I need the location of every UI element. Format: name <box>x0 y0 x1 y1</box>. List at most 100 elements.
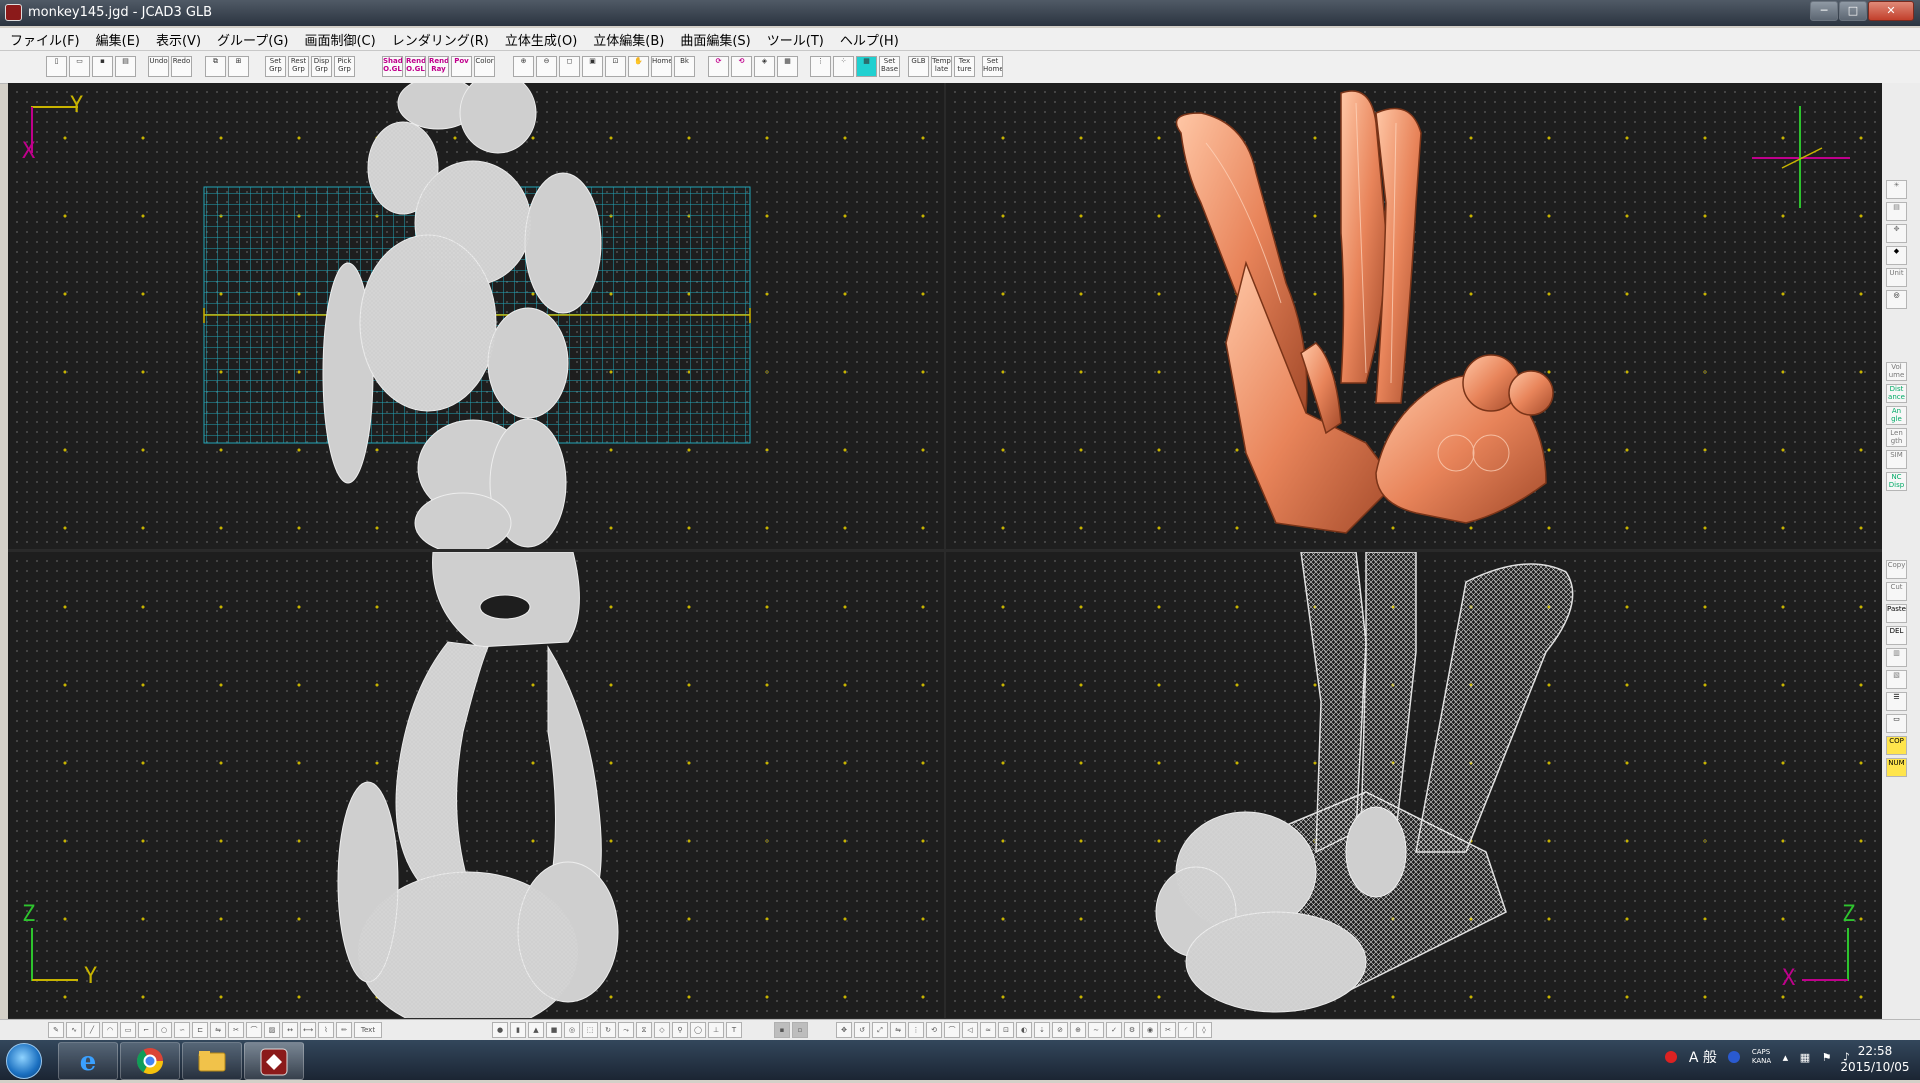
set-home-button[interactable]: Set Home <box>982 56 1003 77</box>
tree-icon[interactable]: ☰ <box>1886 692 1907 711</box>
offset-icon[interactable]: ⊏ <box>192 1022 208 1038</box>
unit-button[interactable]: Unit <box>1886 268 1907 287</box>
menu-tools[interactable]: ツール(T) <box>761 30 830 49</box>
printer-icon[interactable]: ▤ <box>1886 202 1907 221</box>
flag-icon[interactable]: ⚑ <box>1822 1051 1832 1064</box>
edit-fit-icon[interactable]: ⊡ <box>998 1022 1014 1038</box>
num-button[interactable]: NUM <box>1886 758 1907 777</box>
help-icon[interactable] <box>1728 1051 1741 1063</box>
line-icon[interactable]: ╱ <box>84 1022 100 1038</box>
edit-move-icon[interactable]: ✥ <box>836 1022 852 1038</box>
menu-file[interactable]: ファイル(F) <box>4 30 86 49</box>
paste-button[interactable]: Paste <box>1886 604 1907 623</box>
curve-icon[interactable]: ∿ <box>66 1022 82 1038</box>
template-button[interactable]: Temp late <box>931 56 952 77</box>
undo-button[interactable]: Undo <box>148 56 169 77</box>
target-icon[interactable]: ◎ <box>1886 290 1907 309</box>
volume-button[interactable]: Vol ume <box>1886 362 1907 381</box>
measure-icon[interactable]: ⟷ <box>300 1022 316 1038</box>
solid-sweep-icon[interactable]: ⤳ <box>618 1022 634 1038</box>
back-view-button[interactable]: Bk <box>674 56 695 77</box>
edit-project-icon[interactable]: ⇣ <box>1034 1022 1050 1038</box>
edit-split-icon[interactable]: ⊘ <box>1052 1022 1068 1038</box>
ime-mode[interactable]: A 般 <box>1689 1050 1717 1066</box>
show-hidden-icons[interactable]: ▴ <box>1783 1051 1789 1064</box>
edit-gear-icon[interactable]: ⚙ <box>1124 1022 1140 1038</box>
solid-loft-icon[interactable]: ⧖ <box>636 1022 652 1038</box>
edit-cut-icon[interactable]: ✂ <box>1160 1022 1176 1038</box>
display-group-button[interactable]: Disp Grp <box>311 56 332 77</box>
boolean-diff-icon[interactable]: ▫ <box>792 1022 808 1038</box>
rotate-view-icon[interactable]: ⟳ <box>708 56 729 77</box>
edit-join-icon[interactable]: ⊕ <box>1070 1022 1086 1038</box>
solid-pin-icon[interactable]: ⚲ <box>672 1022 688 1038</box>
edit-rotate-icon[interactable]: ↺ <box>854 1022 870 1038</box>
cut-button[interactable]: Cut <box>1886 582 1907 601</box>
glb-button[interactable]: GLB <box>908 56 929 77</box>
delete-button[interactable]: DEL <box>1886 626 1907 645</box>
taskbar-chrome[interactable] <box>120 1042 180 1080</box>
cop-button[interactable]: COP <box>1886 736 1907 755</box>
move-icon[interactable]: ✥ <box>1886 224 1907 243</box>
reset-group-button[interactable]: Rest Grp <box>288 56 309 77</box>
render-ray-button[interactable]: Rend Ray <box>428 56 449 77</box>
pick-group-button[interactable]: Pick Grp <box>334 56 355 77</box>
viewport-side[interactable]: Z Y <box>8 552 944 1018</box>
tangent-icon[interactable]: ⌇ <box>318 1022 334 1038</box>
edit-bend-icon[interactable]: ⌒ <box>944 1022 960 1038</box>
edit-mirror-icon[interactable]: ⇋ <box>890 1022 906 1038</box>
snap-grid-icon[interactable]: ⁘ <box>833 56 854 77</box>
nc-display-button[interactable]: NC Disp <box>1886 472 1907 491</box>
multi-window-icon[interactable]: ⧉ <box>205 56 226 77</box>
new-file-icon[interactable]: ▯ <box>46 56 67 77</box>
menu-view[interactable]: 表示(V) <box>150 30 207 49</box>
app-icon[interactable] <box>5 4 22 21</box>
zoom-fit-icon[interactable]: ◻ <box>559 56 580 77</box>
menu-solid-create[interactable]: 立体生成(O) <box>499 30 583 49</box>
taskbar-internet-explorer[interactable]: e <box>58 1042 118 1080</box>
solid-shell-icon[interactable]: ◇ <box>654 1022 670 1038</box>
solid-extrude-icon[interactable]: ⬚ <box>582 1022 598 1038</box>
edit-array-icon[interactable]: ⋮ <box>908 1022 924 1038</box>
text-button[interactable]: Text <box>354 1022 382 1038</box>
length-button[interactable]: Len gth <box>1886 428 1907 447</box>
rect-icon[interactable]: ▭ <box>120 1022 136 1038</box>
copy-button[interactable]: Copy <box>1886 560 1907 579</box>
zoom-all-icon[interactable]: ⊡ <box>605 56 626 77</box>
view-frame-icon[interactable]: ▦ <box>777 56 798 77</box>
edit-smooth-icon[interactable]: ∼ <box>1088 1022 1104 1038</box>
viewport-perspective[interactable] <box>946 83 1882 549</box>
start-button[interactable] <box>6 1043 42 1079</box>
redo-button[interactable]: Redo <box>171 56 192 77</box>
edit-scale-icon[interactable]: ⤢ <box>872 1022 888 1038</box>
spline-icon[interactable]: ∽ <box>174 1022 190 1038</box>
menu-edit[interactable]: 編集(E) <box>90 30 146 49</box>
snap-icon[interactable]: ✎ <box>48 1022 64 1038</box>
solid-cone-icon[interactable]: ▲ <box>528 1022 544 1038</box>
shade-opengl-button[interactable]: Shad O.GL <box>382 56 403 77</box>
viewport-front[interactable]: Z X <box>946 552 1882 1018</box>
edit-fillet-icon[interactable]: ◜ <box>1178 1022 1194 1038</box>
boolean-union-icon[interactable]: ▪ <box>774 1022 790 1038</box>
arc-icon[interactable]: ◠ <box>102 1022 118 1038</box>
circle-icon[interactable]: ○ <box>156 1022 172 1038</box>
open-folder-icon[interactable]: ▭ <box>69 56 90 77</box>
taskbar-clock[interactable]: 22:58 2015/10/05 <box>1840 1043 1910 1075</box>
solid-cylinder-icon[interactable]: ▮ <box>510 1022 526 1038</box>
taskbar-jcad[interactable] <box>244 1042 304 1080</box>
menu-solid-edit[interactable]: 立体編集(B) <box>587 30 670 49</box>
viewport-top[interactable]: Y X <box>8 83 944 549</box>
texture-button[interactable]: Tex ture <box>954 56 975 77</box>
edit-taper-icon[interactable]: ◁ <box>962 1022 978 1038</box>
edit-wrap-icon[interactable]: ◐ <box>1016 1022 1032 1038</box>
print-icon[interactable]: ▤ <box>115 56 136 77</box>
clipboard-icon[interactable]: ▧ <box>1886 670 1907 689</box>
solid-ring-icon[interactable]: ◯ <box>690 1022 706 1038</box>
view-select-icon[interactable]: ◈ <box>754 56 775 77</box>
grid-plane-icon[interactable]: ▦ <box>856 56 877 77</box>
solid-text-icon[interactable]: T <box>726 1022 742 1038</box>
four-view-icon[interactable]: ⊞ <box>228 56 249 77</box>
layer-icon[interactable]: ▥ <box>1886 648 1907 667</box>
solid-torus-icon[interactable]: ◎ <box>564 1022 580 1038</box>
ime-icon[interactable] <box>1665 1051 1678 1063</box>
